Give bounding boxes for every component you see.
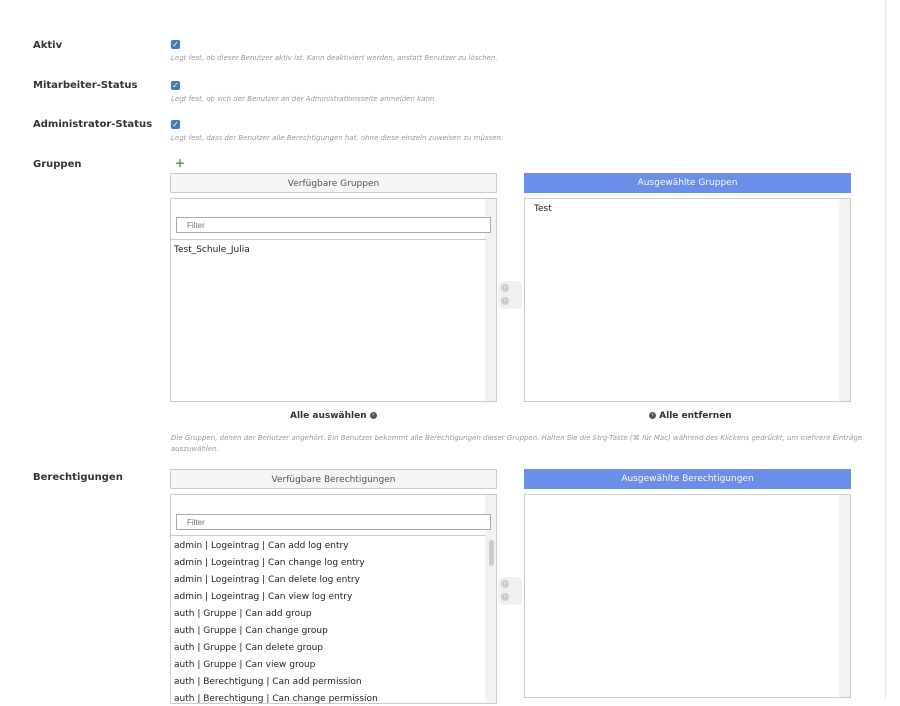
groups-label: Gruppen (33, 159, 82, 170)
list-item[interactable]: admin | Logeintrag | Can change log entr… (174, 556, 365, 570)
list-item[interactable]: admin | Logeintrag | Can add log entry (174, 539, 349, 553)
chosen-groups-box (524, 198, 851, 402)
active-checkbox[interactable]: ✓ (171, 40, 180, 49)
check-icon: ✓ (172, 120, 179, 129)
groups-filter-input[interactable] (176, 217, 491, 233)
list-item[interactable]: Test_Schule_Julia (174, 243, 250, 257)
scrollbar[interactable] (839, 495, 850, 697)
remove-arrow-icon[interactable]: ‹ (501, 593, 509, 601)
remove-all-groups-link[interactable]: ‹ Alle entfernen (649, 411, 732, 421)
arrow-left-icon: ‹ (649, 412, 656, 419)
filter-divider (171, 535, 486, 536)
available-groups-title: Verfügbare Gruppen (170, 173, 497, 193)
groups-help: Die Gruppen, denen der Benutzer angehört… (171, 434, 863, 453)
staff-label: Mitarbeiter-Status (33, 80, 138, 91)
list-item[interactable]: auth | Berechtigung | Can add permission (174, 675, 362, 689)
remove-arrow-icon[interactable]: ‹ (501, 297, 509, 305)
active-help: Legt fest, ob dieser Benutzer aktiv ist.… (171, 54, 498, 62)
permissions-filter-input[interactable] (176, 514, 491, 530)
scrollbar[interactable] (839, 199, 850, 401)
content-right-border (885, 0, 886, 701)
list-item[interactable]: auth | Gruppe | Can view group (174, 658, 315, 672)
choose-arrow-icon[interactable]: › (501, 580, 509, 588)
scrollbar-thumb[interactable] (489, 540, 494, 566)
permission-move-buttons: › ‹ (498, 577, 522, 605)
permissions-label: Berechtigungen (33, 472, 123, 483)
filter-divider (171, 239, 486, 240)
chosen-permissions-title: Ausgewählte Berechtigungen (524, 469, 851, 489)
chosen-permissions-box (524, 494, 851, 698)
chosen-groups-title: Ausgewählte Gruppen (524, 173, 851, 193)
choose-arrow-icon[interactable]: › (501, 284, 509, 292)
available-permissions-title: Verfügbare Berechtigungen (170, 469, 497, 489)
list-item[interactable]: auth | Gruppe | Can delete group (174, 641, 323, 655)
superuser-checkbox[interactable]: ✓ (171, 120, 180, 129)
staff-checkbox[interactable]: ✓ (171, 81, 180, 90)
list-item[interactable]: auth | Berechtigung | Can change permiss… (174, 692, 378, 706)
superuser-help: Legt fest, dass der Benutzer alle Berech… (171, 134, 504, 142)
check-icon: ✓ (172, 81, 179, 90)
remove-all-label: Alle entfernen (659, 411, 732, 421)
superuser-label: Administrator-Status (33, 119, 153, 130)
list-item[interactable]: auth | Gruppe | Can change group (174, 624, 328, 638)
group-move-buttons: › ‹ (498, 281, 522, 309)
choose-all-label: Alle auswählen (290, 411, 367, 421)
check-icon: ✓ (172, 40, 179, 49)
list-item[interactable]: auth | Gruppe | Can add group (174, 607, 312, 621)
plus-icon[interactable]: + (175, 157, 185, 169)
list-item[interactable]: admin | Logeintrag | Can view log entry (174, 590, 352, 604)
staff-help: Legt fest, ob sich der Benutzer an der A… (171, 95, 437, 103)
list-item[interactable]: admin | Logeintrag | Can delete log entr… (174, 573, 360, 587)
active-label: Aktiv (33, 40, 63, 51)
arrow-right-icon: › (369, 412, 377, 419)
list-item[interactable]: Test (534, 204, 552, 214)
choose-all-groups-link[interactable]: Alle auswählen › (290, 411, 377, 421)
